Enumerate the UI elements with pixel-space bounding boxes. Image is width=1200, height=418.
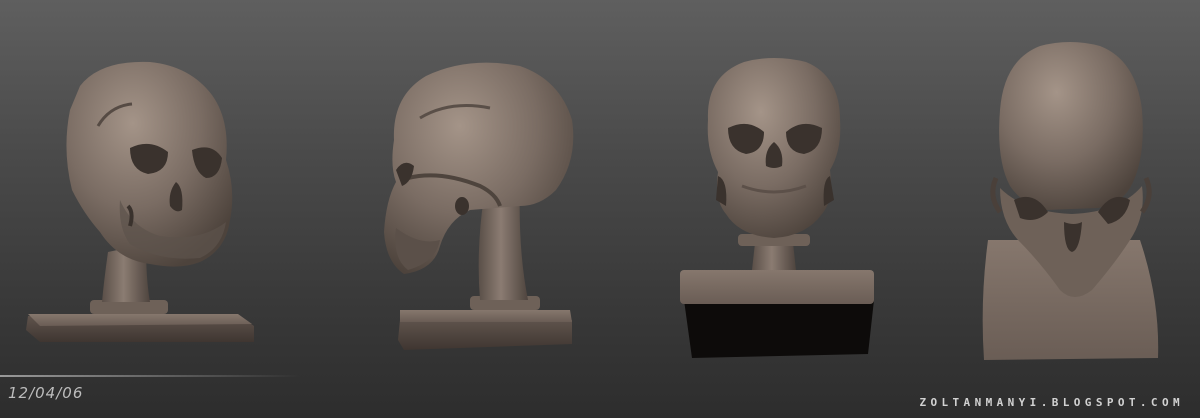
- watermark-url: ZOLTANMANYI.BLOGSPOT.COM: [919, 396, 1184, 409]
- skull-top-icon: [982, 42, 1159, 360]
- skull-side-icon: [384, 62, 574, 350]
- date-stamp: 12/04/06: [8, 384, 84, 402]
- sculpt-render: [26, 42, 1159, 360]
- skull-front-icon: [680, 58, 874, 358]
- date-underline: [0, 375, 300, 377]
- render-stage: 12/04/06 ZOLTANMANYI.BLOGSPOT.COM: [0, 0, 1200, 418]
- skull-three-quarter-icon: [26, 61, 254, 342]
